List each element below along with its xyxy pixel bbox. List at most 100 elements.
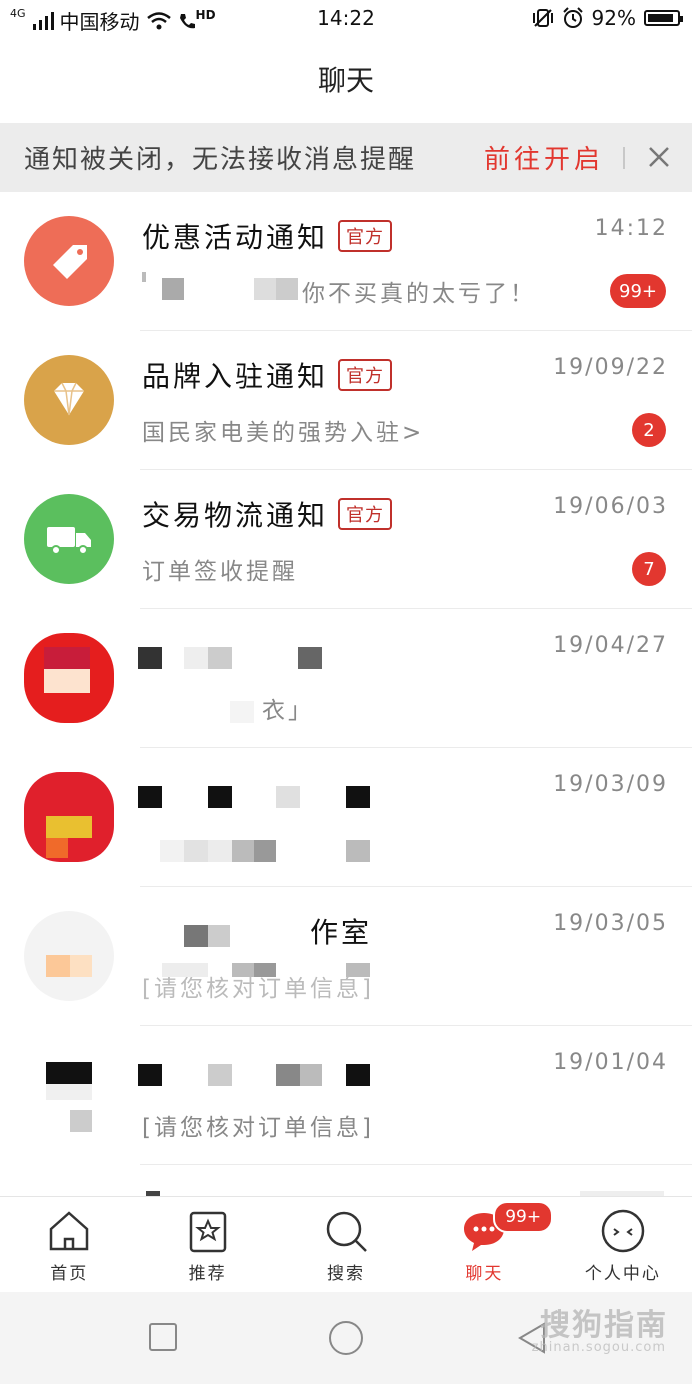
pixelated-avatar-block bbox=[70, 1110, 92, 1132]
redacted-title-block bbox=[184, 647, 208, 669]
conversation-date: 19/09/22 bbox=[553, 355, 668, 380]
redacted-title-block bbox=[298, 647, 322, 669]
redacted-title-block bbox=[346, 786, 370, 808]
tab-chat[interactable]: 聊天 99+ bbox=[415, 1197, 554, 1293]
price-tag-icon bbox=[53, 245, 87, 279]
pixelated-avatar-block bbox=[70, 955, 92, 977]
redacted-title-block bbox=[138, 786, 162, 808]
tab-label: 推荐 bbox=[188, 1264, 227, 1284]
pixelated-avatar-block bbox=[46, 816, 92, 838]
conversation-title-text: 品牌入驻通知 bbox=[142, 360, 329, 393]
redacted-title-block bbox=[276, 1064, 300, 1086]
redacted-preview-block bbox=[346, 840, 370, 862]
watermark-url: zhinan.sogou.com bbox=[531, 1340, 666, 1355]
conversation-item[interactable]: 19/01/04 [请您核对订单信息] bbox=[0, 1026, 692, 1165]
redacted-preview-block bbox=[208, 840, 232, 862]
conversation-title-text: 交易物流通知 bbox=[142, 499, 329, 532]
conversation-item[interactable]: 19/03/09 bbox=[0, 748, 692, 887]
conversation-item-promo[interactable]: 优惠活动通知 官方 14:12 你不买真的太亏了！ 99+ bbox=[0, 192, 692, 331]
alarm-icon bbox=[562, 7, 583, 28]
vibrate-icon bbox=[532, 9, 553, 27]
redacted-preview-block bbox=[346, 963, 370, 977]
redacted-title-block bbox=[208, 1064, 232, 1086]
redacted-title-block bbox=[208, 925, 230, 947]
redacted-block bbox=[276, 278, 298, 300]
pixelated-avatar-block bbox=[44, 669, 90, 693]
redacted-block bbox=[254, 278, 276, 300]
banner-divider bbox=[623, 147, 625, 169]
pixelated-avatar-block bbox=[44, 647, 90, 669]
profile-face-icon bbox=[601, 1209, 645, 1253]
conversation-item[interactable]: 作室 19/03/05 [请您核对订单信息] bbox=[0, 887, 692, 1026]
status-right: 92% bbox=[532, 6, 683, 30]
redacted-title-block bbox=[276, 786, 300, 808]
tab-label: 个人中心 bbox=[584, 1264, 661, 1284]
conversation-preview-text: 你不买真的太亏了！ bbox=[302, 281, 536, 307]
avatar bbox=[24, 494, 114, 584]
redacted-preview-block bbox=[230, 701, 254, 723]
page-title: 聊天 bbox=[0, 36, 692, 122]
avatar bbox=[24, 772, 114, 862]
redacted-title-block bbox=[346, 1064, 370, 1086]
conversation-date: 14:12 bbox=[594, 216, 668, 241]
conversation-preview: 国民家电美的强势入驻> bbox=[142, 420, 425, 446]
conversation-title-text: 优惠活动通知 bbox=[142, 221, 329, 254]
avatar bbox=[24, 633, 114, 723]
conversation-title: 作室 bbox=[310, 911, 372, 951]
battery-icon bbox=[644, 10, 683, 26]
redacted-title-block bbox=[184, 925, 208, 947]
official-tag: 官方 bbox=[338, 498, 393, 530]
avatar bbox=[24, 1050, 114, 1140]
redacted-preview-block bbox=[162, 963, 208, 977]
notification-banner-text: 通知被关闭，无法接收消息提醒 bbox=[24, 145, 417, 175]
redacted-title-block bbox=[208, 647, 232, 669]
conversation-date: 19/01/04 bbox=[553, 1050, 668, 1075]
pixelated-avatar-block bbox=[46, 1062, 92, 1084]
recent-apps-icon[interactable] bbox=[148, 1322, 178, 1352]
home-icon bbox=[49, 1211, 89, 1251]
conversation-preview: 你不买真的太亏了！ bbox=[142, 272, 536, 308]
conversation-date: 19/04/27 bbox=[553, 633, 668, 658]
conversation-preview: 衣」 bbox=[262, 698, 314, 724]
search-icon bbox=[326, 1211, 367, 1252]
conversation-item[interactable]: 19/04/27 衣」 bbox=[0, 609, 692, 748]
close-icon[interactable] bbox=[643, 141, 675, 173]
home-nav-icon[interactable] bbox=[328, 1320, 364, 1356]
conversation-item-brand[interactable]: 品牌入驻通知 官方 19/09/22 国民家电美的强势入驻> 2 bbox=[0, 331, 692, 470]
tab-recommend[interactable]: 推荐 bbox=[138, 1197, 276, 1293]
official-tag: 官方 bbox=[338, 359, 393, 391]
page-title-text: 聊天 bbox=[317, 64, 374, 97]
pixelated-avatar-block bbox=[46, 838, 68, 858]
redacted-block bbox=[142, 272, 146, 282]
conversation-title-text: 作室 bbox=[310, 916, 373, 949]
conversation-item-logistics[interactable]: 交易物流通知 官方 19/06/03 订单签收提醒 7 bbox=[0, 470, 692, 609]
star-icon bbox=[189, 1211, 226, 1253]
tab-label: 首页 bbox=[50, 1264, 89, 1284]
truck-icon bbox=[47, 527, 91, 555]
avatar bbox=[24, 355, 114, 445]
redacted-preview-block bbox=[254, 840, 276, 862]
avatar bbox=[24, 911, 114, 1001]
conversation-date: 19/03/09 bbox=[553, 772, 668, 797]
conversation-item-partial[interactable] bbox=[0, 1165, 692, 1196]
pixelated-avatar-block bbox=[46, 955, 70, 977]
tab-search[interactable]: 搜索 bbox=[277, 1197, 415, 1293]
redacted-block bbox=[162, 278, 184, 300]
tab-home[interactable]: 首页 bbox=[0, 1197, 138, 1293]
tab-profile[interactable]: 个人中心 bbox=[554, 1197, 692, 1293]
tab-label: 搜索 bbox=[327, 1264, 366, 1284]
redacted-title-block bbox=[138, 1064, 162, 1086]
enable-notifications-link[interactable]: 前往开启 bbox=[484, 139, 604, 176]
status-bar: 4G 中国移动 HD 14:22 92% bbox=[0, 0, 692, 36]
diamond-icon bbox=[54, 382, 84, 416]
redacted-preview-block bbox=[160, 840, 184, 862]
redacted-preview-block bbox=[232, 963, 254, 977]
unread-badge: 99+ bbox=[610, 274, 666, 308]
notification-banner: 通知被关闭，无法接收消息提醒 前往开启 bbox=[0, 123, 692, 192]
redacted-preview-block bbox=[184, 840, 208, 862]
tab-label: 聊天 bbox=[465, 1264, 504, 1284]
conversation-title: 优惠活动通知 官方 bbox=[142, 216, 393, 256]
redacted-preview-block bbox=[254, 963, 276, 977]
pixelated-avatar-block bbox=[46, 1084, 92, 1100]
conversation-list: 优惠活动通知 官方 14:12 你不买真的太亏了！ 99+ 品牌入驻通知 官方 … bbox=[0, 192, 692, 1196]
